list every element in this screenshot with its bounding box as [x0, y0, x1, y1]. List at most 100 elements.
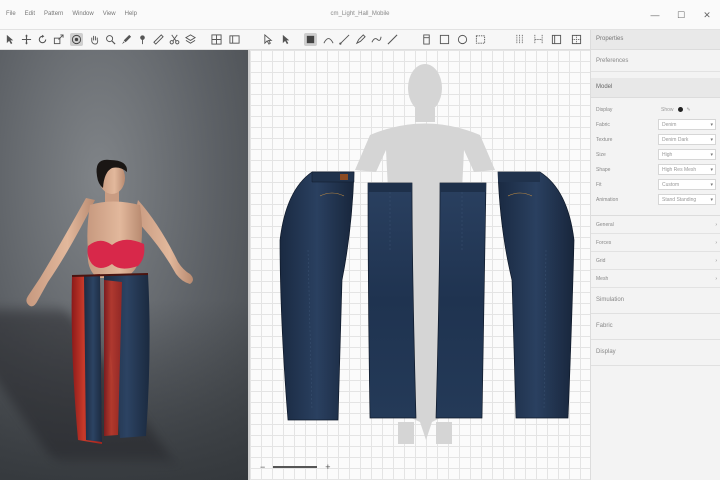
- rectangle-icon[interactable]: [420, 33, 433, 46]
- shape-dropdown[interactable]: High Res Mesh ▾: [658, 164, 716, 175]
- pattern-piece-front-left[interactable]: [279, 171, 355, 421]
- 2d-pattern-window[interactable]: − +: [248, 50, 590, 480]
- pattern-piece-front-right[interactable]: [497, 171, 575, 419]
- menu-bar: File Edit Pattern Window View Help: [6, 11, 137, 17]
- segment-icon[interactable]: [338, 33, 351, 46]
- menu-pattern[interactable]: Pattern: [44, 11, 63, 17]
- group-general[interactable]: General ›: [591, 216, 720, 234]
- color-swatch-icon[interactable]: [677, 107, 683, 112]
- edit-point-icon[interactable]: [304, 33, 317, 46]
- zoom-control: − +: [260, 462, 331, 472]
- property-label: Fit: [596, 181, 602, 188]
- property-row-texture: Texture Denim Dark ▾: [591, 132, 720, 147]
- texture-dropdown[interactable]: Denim Dark ▾: [658, 134, 716, 145]
- window-controls: — ☐ ✕: [642, 0, 720, 30]
- group-list: General › Forces › Grid › Mesh ›: [591, 215, 720, 288]
- section-fabric[interactable]: Fabric: [591, 314, 720, 340]
- zoom-slider[interactable]: [273, 466, 318, 468]
- property-row-display: Display Show ✎: [591, 102, 720, 117]
- property-row-animation: Animation Stand Standing ▾: [591, 192, 720, 207]
- arrange-icon[interactable]: [570, 33, 583, 46]
- chevron-down-icon: ▾: [710, 152, 713, 158]
- pointer-icon[interactable]: [262, 33, 275, 46]
- property-row-fabric: Fabric Denim ▾: [591, 117, 720, 132]
- zoom-out-button[interactable]: −: [260, 462, 265, 472]
- fabric-dropdown[interactable]: Denim ▾: [658, 119, 716, 130]
- view-toggle-icon[interactable]: [228, 33, 241, 46]
- section-simulation[interactable]: Simulation: [591, 288, 720, 314]
- pattern-piece-back-right[interactable]: [435, 182, 487, 419]
- select-icon[interactable]: [4, 33, 17, 46]
- app-window: File Edit Pattern Window View Help cm_Li…: [0, 0, 720, 480]
- dart-icon[interactable]: [532, 33, 545, 46]
- group-forces[interactable]: Forces ›: [591, 234, 720, 252]
- pattern-canvas[interactable]: [250, 50, 590, 480]
- chevron-right-icon: ›: [715, 239, 717, 246]
- group-mesh[interactable]: Mesh ›: [591, 270, 720, 288]
- avatar-top: [87, 239, 145, 269]
- diagonal-line-icon[interactable]: [386, 33, 399, 46]
- section-model[interactable]: Model: [591, 78, 720, 98]
- chevron-down-icon: ▾: [710, 167, 713, 173]
- section-display[interactable]: Display: [591, 340, 720, 366]
- brush-icon[interactable]: [120, 33, 133, 46]
- property-label: Display: [596, 106, 613, 113]
- property-label: Animation: [596, 196, 619, 203]
- preferences-tab[interactable]: Preferences: [591, 50, 720, 72]
- pen-icon[interactable]: [354, 33, 367, 46]
- fold-icon[interactable]: [514, 33, 527, 46]
- square-icon[interactable]: [438, 33, 451, 46]
- display-value: Show ✎: [661, 106, 691, 113]
- move-icon[interactable]: [20, 33, 33, 46]
- menu-view[interactable]: View: [103, 11, 116, 17]
- seam-icon[interactable]: [474, 33, 487, 46]
- chevron-right-icon: ›: [715, 221, 717, 228]
- line-icon[interactable]: [370, 33, 383, 46]
- property-row-size: Size High ▾: [591, 147, 720, 162]
- grid-toggle-icon[interactable]: [210, 33, 223, 46]
- select-arrow-icon[interactable]: [280, 33, 293, 46]
- group-grid[interactable]: Grid ›: [591, 252, 720, 270]
- title-bar: File Edit Pattern Window View Help cm_Li…: [0, 0, 720, 30]
- maximize-button[interactable]: ☐: [668, 0, 694, 30]
- pencil-icon[interactable]: ✎: [687, 107, 691, 113]
- window-title: cm_Light_Hall_Mobile: [330, 11, 390, 17]
- menu-window[interactable]: Window: [72, 11, 93, 17]
- property-label: Texture: [596, 136, 613, 143]
- properties-panel: Properties Preferences Model Display Sho…: [590, 30, 720, 480]
- animation-dropdown[interactable]: Stand Standing ▾: [658, 194, 716, 205]
- pattern-piece-back-left[interactable]: [367, 182, 417, 419]
- chevron-right-icon: ›: [715, 275, 717, 282]
- pin-icon[interactable]: [136, 33, 149, 46]
- size-dropdown[interactable]: High ▾: [658, 149, 716, 160]
- camera-icon[interactable]: [70, 33, 83, 46]
- ellipse-icon[interactable]: [456, 33, 469, 46]
- menu-help[interactable]: Help: [125, 11, 137, 17]
- notch-icon[interactable]: [550, 33, 563, 46]
- pan-icon[interactable]: [88, 33, 101, 46]
- zoom-in-button[interactable]: +: [325, 462, 330, 472]
- chevron-down-icon: ▾: [710, 182, 713, 188]
- scale-icon[interactable]: [52, 33, 65, 46]
- chevron-right-icon: ›: [715, 257, 717, 264]
- close-button[interactable]: ✕: [694, 0, 720, 30]
- property-label: Shape: [596, 166, 611, 173]
- zoom-icon[interactable]: [104, 33, 117, 46]
- property-list: Display Show ✎ Fabric Denim ▾ Texture Den…: [591, 98, 720, 207]
- menu-edit[interactable]: Edit: [25, 11, 35, 17]
- chevron-down-icon: ▾: [710, 197, 713, 203]
- avatar-right-arm: [134, 200, 193, 284]
- property-label: Size: [596, 151, 606, 158]
- fit-dropdown[interactable]: Custom ▾: [658, 179, 716, 190]
- layer-icon[interactable]: [184, 33, 197, 46]
- menu-file[interactable]: File: [6, 11, 16, 17]
- measure-icon[interactable]: [152, 33, 165, 46]
- panel-title: Properties: [591, 30, 720, 50]
- cut-icon[interactable]: [168, 33, 181, 46]
- minimize-button[interactable]: —: [642, 0, 668, 30]
- chevron-down-icon: ▾: [710, 122, 713, 128]
- avatar-3d-model[interactable]: [0, 50, 248, 480]
- rotate-icon[interactable]: [36, 33, 49, 46]
- 3d-viewport[interactable]: [0, 50, 248, 480]
- curve-icon[interactable]: [322, 33, 335, 46]
